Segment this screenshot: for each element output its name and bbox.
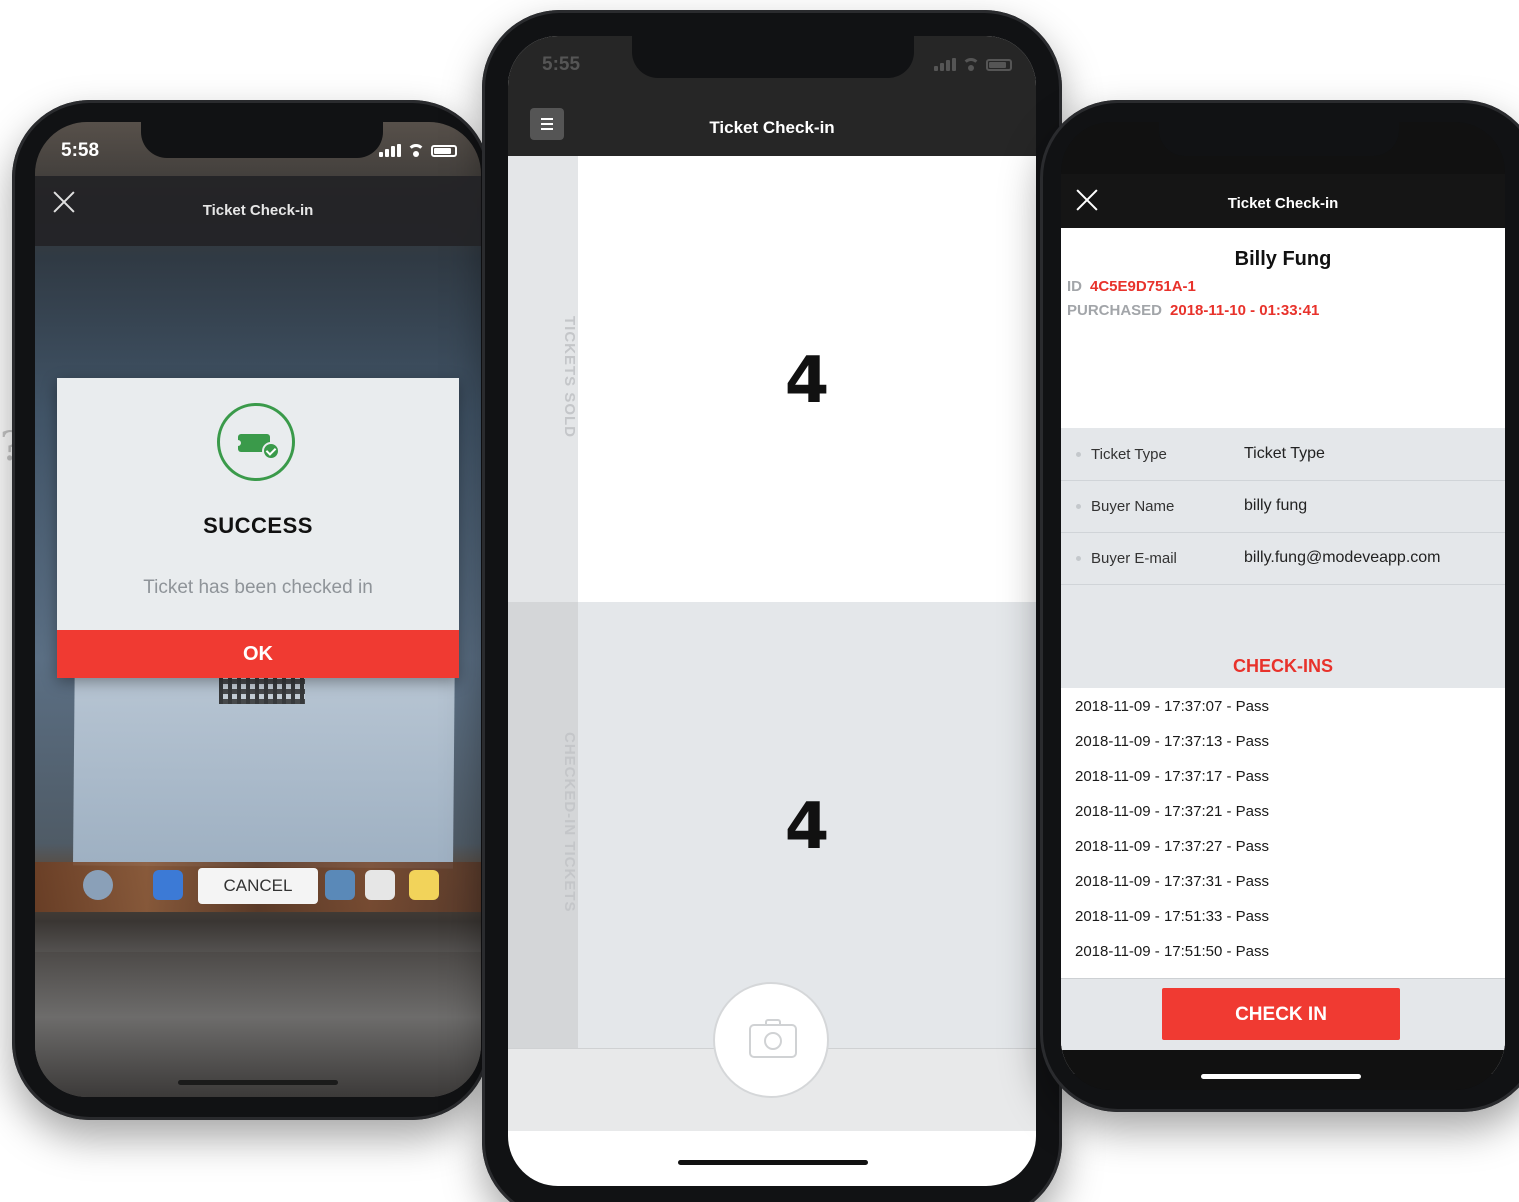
checked-in-count: 4 bbox=[784, 790, 830, 864]
dialog-message: Ticket has been checked in bbox=[143, 577, 373, 598]
checkin-entry: 2018-11-09 - 17:37:17 - Pass bbox=[1075, 768, 1270, 785]
notch bbox=[141, 122, 383, 158]
tickets-sold-count: 4 bbox=[784, 344, 830, 418]
bullet-icon bbox=[1076, 452, 1081, 457]
check-icon bbox=[262, 442, 280, 460]
scanner-top-bar: Ticket Check-in bbox=[35, 176, 481, 246]
ticket-id-value: 4C5E9D751A-1 bbox=[1090, 278, 1196, 295]
checked-in-tab[interactable]: CHECKED-IN TICKETS bbox=[508, 602, 578, 1048]
checkin-entry: 2018-11-09 - 17:37:31 - Pass bbox=[1075, 873, 1270, 890]
bullet-icon bbox=[1076, 556, 1081, 561]
battery-icon bbox=[431, 145, 457, 157]
checkin-entry: 2018-11-09 - 17:51:50 - Pass bbox=[1075, 943, 1270, 960]
status-icons bbox=[379, 144, 457, 157]
list-item: 2018-11-09 - 17:51:50 - Pass bbox=[1061, 933, 1505, 969]
detail-row: Buyer Name billy fung bbox=[1061, 480, 1505, 533]
success-ring bbox=[217, 403, 295, 481]
detail-row: Ticket Type Ticket Type bbox=[1061, 428, 1505, 481]
checkins-heading: CHECK-INS bbox=[1061, 638, 1505, 688]
bullet-icon bbox=[1076, 504, 1081, 509]
ticket-details: Ticket Type Ticket Type Buyer Name billy… bbox=[1061, 428, 1505, 638]
list-item: 2018-11-09 - 17:37:21 - Pass bbox=[1061, 793, 1505, 829]
dock-app-icon bbox=[83, 870, 113, 900]
list-item: 2018-11-09 - 17:37:31 - Pass bbox=[1061, 863, 1505, 899]
tickets-sold-label: TICKETS SOLD bbox=[561, 316, 578, 439]
status-time: 5:55 bbox=[542, 54, 581, 75]
dock-app-icon bbox=[409, 870, 439, 900]
purchased-label: PURCHASED bbox=[1067, 302, 1163, 319]
phone-center: Ticket Check-in 5:55 TICKETS SOLD 4 CHEC… bbox=[482, 10, 1062, 1202]
dock-app-icon bbox=[365, 870, 395, 900]
showcase-stage: ? 5:58 Ticket Check-in SUCCESS Ticket ha… bbox=[0, 0, 1519, 1202]
ticket-detail-screen: Ticket Check-in Billy Fung ID 4C5E9D751A-… bbox=[1061, 122, 1505, 1090]
success-dialog: SUCCESS Ticket has been checked in OK bbox=[57, 378, 459, 678]
check-in-button[interactable]: CHECK IN bbox=[1162, 988, 1400, 1040]
purchase-date: PURCHASED 2018-11-10 - 01:33:41 bbox=[1067, 302, 1319, 319]
checkin-entry: 2018-11-09 - 17:37:27 - Pass bbox=[1075, 838, 1270, 855]
screen-title: Ticket Check-in bbox=[1227, 195, 1339, 212]
cancel-button[interactable]: CANCEL bbox=[198, 868, 318, 904]
status-time: 5:58 bbox=[61, 140, 100, 161]
detail-label: Buyer E-mail bbox=[1091, 550, 1177, 567]
scan-button[interactable] bbox=[713, 982, 829, 1098]
signal-icon bbox=[934, 58, 956, 71]
list-item: 2018-11-09 - 17:37:17 - Pass bbox=[1061, 758, 1505, 794]
tickets-sold-panel: 4 bbox=[578, 156, 1036, 602]
wifi-icon bbox=[962, 58, 980, 71]
notch bbox=[632, 36, 914, 78]
checkin-entry: 2018-11-09 - 17:37:07 - Pass bbox=[1075, 698, 1270, 715]
camera-desk bbox=[35, 952, 481, 1097]
checkin-entry: 2018-11-09 - 17:37:13 - Pass bbox=[1075, 733, 1270, 750]
dock-app-icon bbox=[153, 870, 183, 900]
notch bbox=[1159, 122, 1399, 156]
detail-value: Ticket Type bbox=[1244, 445, 1325, 462]
detail-value: billy.fung@modeveapp.com bbox=[1244, 549, 1441, 566]
purchased-value: 2018-11-10 - 01:33:41 bbox=[1170, 302, 1320, 319]
dashboard-screen: Ticket Check-in 5:55 TICKETS SOLD 4 CHEC… bbox=[508, 36, 1036, 1186]
home-indicator[interactable] bbox=[1201, 1074, 1361, 1079]
battery-icon bbox=[986, 59, 1012, 71]
camera-icon bbox=[749, 1019, 797, 1058]
list-item: 2018-11-09 - 17:51:33 - Pass bbox=[1061, 898, 1505, 934]
detail-value: billy fung bbox=[1244, 497, 1308, 514]
dock-app-icon bbox=[325, 870, 355, 900]
list-item: 2018-11-09 - 17:37:27 - Pass bbox=[1061, 828, 1505, 864]
tickets-sold-tab[interactable]: TICKETS SOLD bbox=[508, 156, 578, 602]
detail-row: Buyer E-mail billy.fung@modeveapp.com bbox=[1061, 532, 1505, 585]
detail-label: Ticket Type bbox=[1091, 446, 1167, 463]
list-item: 2018-11-09 - 17:37:07 - Pass bbox=[1061, 688, 1505, 724]
bottom-bar bbox=[1061, 1050, 1505, 1090]
list-item: 2018-11-09 - 17:37:13 - Pass bbox=[1061, 723, 1505, 759]
ticket-id-label: ID bbox=[1067, 278, 1082, 295]
checked-in-panel: 4 bbox=[578, 602, 1036, 1048]
ticket-id: ID 4C5E9D751A-1 bbox=[1067, 278, 1196, 295]
screen-title: Ticket Check-in bbox=[709, 118, 835, 137]
phone-right: Ticket Check-in Billy Fung ID 4C5E9D751A-… bbox=[1040, 100, 1519, 1112]
scanner-screen: 5:58 Ticket Check-in SUCCESS Ticket has … bbox=[35, 122, 481, 1097]
dialog-heading: SUCCESS bbox=[203, 513, 313, 538]
signal-icon bbox=[379, 144, 401, 157]
ok-button[interactable]: OK bbox=[57, 630, 459, 678]
checked-in-label: CHECKED-IN TICKETS bbox=[561, 732, 578, 913]
buyer-name-title: Billy Fung bbox=[1234, 248, 1332, 270]
home-indicator[interactable] bbox=[178, 1080, 338, 1085]
phone-left: 5:58 Ticket Check-in SUCCESS Ticket has … bbox=[12, 100, 490, 1120]
app-header: Ticket Check-in bbox=[1061, 174, 1505, 228]
screen-title: Ticket Check-in bbox=[202, 202, 314, 219]
checkin-entry: 2018-11-09 - 17:37:21 - Pass bbox=[1075, 803, 1270, 820]
detail-label: Buyer Name bbox=[1091, 498, 1175, 515]
checkin-entry: 2018-11-09 - 17:51:33 - Pass bbox=[1075, 908, 1270, 925]
wifi-icon bbox=[407, 144, 425, 157]
status-icons bbox=[934, 58, 1012, 71]
home-indicator[interactable] bbox=[678, 1160, 868, 1165]
